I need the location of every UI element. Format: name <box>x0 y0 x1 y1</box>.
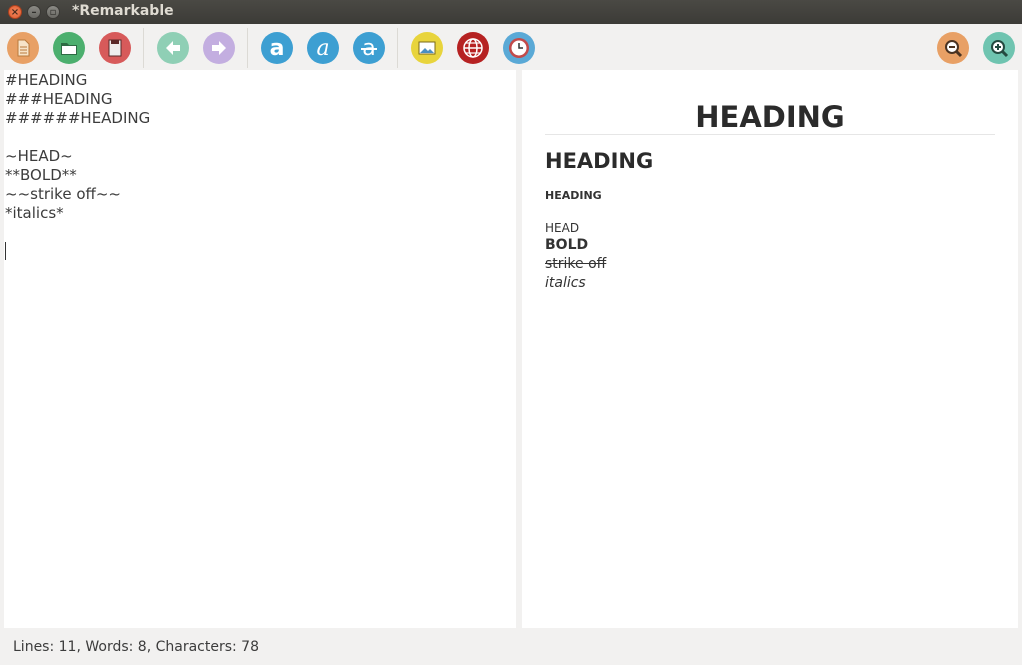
editor-line: ###HEADING <box>5 90 113 108</box>
markdown-editor[interactable]: #HEADING ###HEADING ######HEADING ~HEAD~… <box>4 70 516 628</box>
undo-arrow-icon <box>166 41 180 55</box>
minimize-window-button[interactable]: – <box>27 5 41 19</box>
zoom-in-button[interactable] <box>983 32 1015 64</box>
insert-link-button[interactable] <box>457 32 489 64</box>
redo-button[interactable] <box>203 32 235 64</box>
close-window-button[interactable]: × <box>8 5 22 19</box>
strikethrough-text-icon: a <box>361 36 377 61</box>
editor-line: ~HEAD~ <box>5 147 73 165</box>
new-document-button[interactable] <box>7 32 39 64</box>
maximize-window-button[interactable]: ▫ <box>46 5 60 19</box>
zoom-out-button[interactable] <box>937 32 969 64</box>
status-bar: Lines: 11, Words: 8, Characters: 78 <box>0 628 1022 665</box>
italic-button[interactable]: a <box>307 32 339 64</box>
zoom-in-icon <box>991 40 1009 58</box>
title-bar: × – ▫ *Remarkable <box>0 0 1022 24</box>
preview-heading-6: HEADING <box>545 189 602 202</box>
heading-divider <box>545 134 995 135</box>
insert-image-icon <box>418 41 436 55</box>
document-stats: Lines: 11, Words: 8, Characters: 78 <box>13 639 259 655</box>
preview-italic-text: italics <box>545 275 586 291</box>
window-title: *Remarkable <box>72 3 174 19</box>
bold-button[interactable]: a <box>261 32 293 64</box>
save-icon <box>108 39 122 57</box>
save-file-button[interactable] <box>99 32 131 64</box>
bold-text-icon: a <box>270 36 285 61</box>
editor-line: **BOLD** <box>5 166 77 184</box>
insert-image-button[interactable] <box>411 32 443 64</box>
undo-button[interactable] <box>157 32 189 64</box>
toolbar-separator <box>247 28 248 68</box>
editor-line: ~~strike off~~ <box>5 185 121 203</box>
toolbar-separator <box>143 28 144 68</box>
redo-arrow-icon <box>212 41 226 55</box>
editor-line: #HEADING <box>5 71 88 89</box>
strikethrough-button[interactable]: a <box>353 32 385 64</box>
toolbar: a a a <box>0 24 1022 70</box>
preview-subscript-text: HEAD <box>545 221 580 235</box>
insert-link-icon <box>463 38 483 58</box>
new-document-icon <box>17 39 30 57</box>
insert-timestamp-icon <box>509 38 529 58</box>
text-cursor <box>5 242 6 260</box>
toolbar-separator <box>397 28 398 68</box>
markdown-preview: HEADING HEADING HEADING HEAD BOLD strike… <box>522 70 1018 628</box>
preview-strike-text: strike off <box>545 256 607 272</box>
editor-line: *italics* <box>5 204 64 222</box>
open-file-button[interactable] <box>53 32 85 64</box>
preview-heading-3: HEADING <box>545 149 654 173</box>
preview-bold-text: BOLD <box>545 237 589 253</box>
preview-heading-1: HEADING <box>695 100 845 134</box>
open-folder-icon <box>61 43 77 55</box>
svg-text:a: a <box>270 36 285 61</box>
zoom-out-icon <box>945 40 963 58</box>
insert-timestamp-button[interactable] <box>503 32 535 64</box>
editor-line: ######HEADING <box>5 109 151 127</box>
svg-text:a: a <box>316 36 329 61</box>
italic-text-icon: a <box>316 36 329 61</box>
